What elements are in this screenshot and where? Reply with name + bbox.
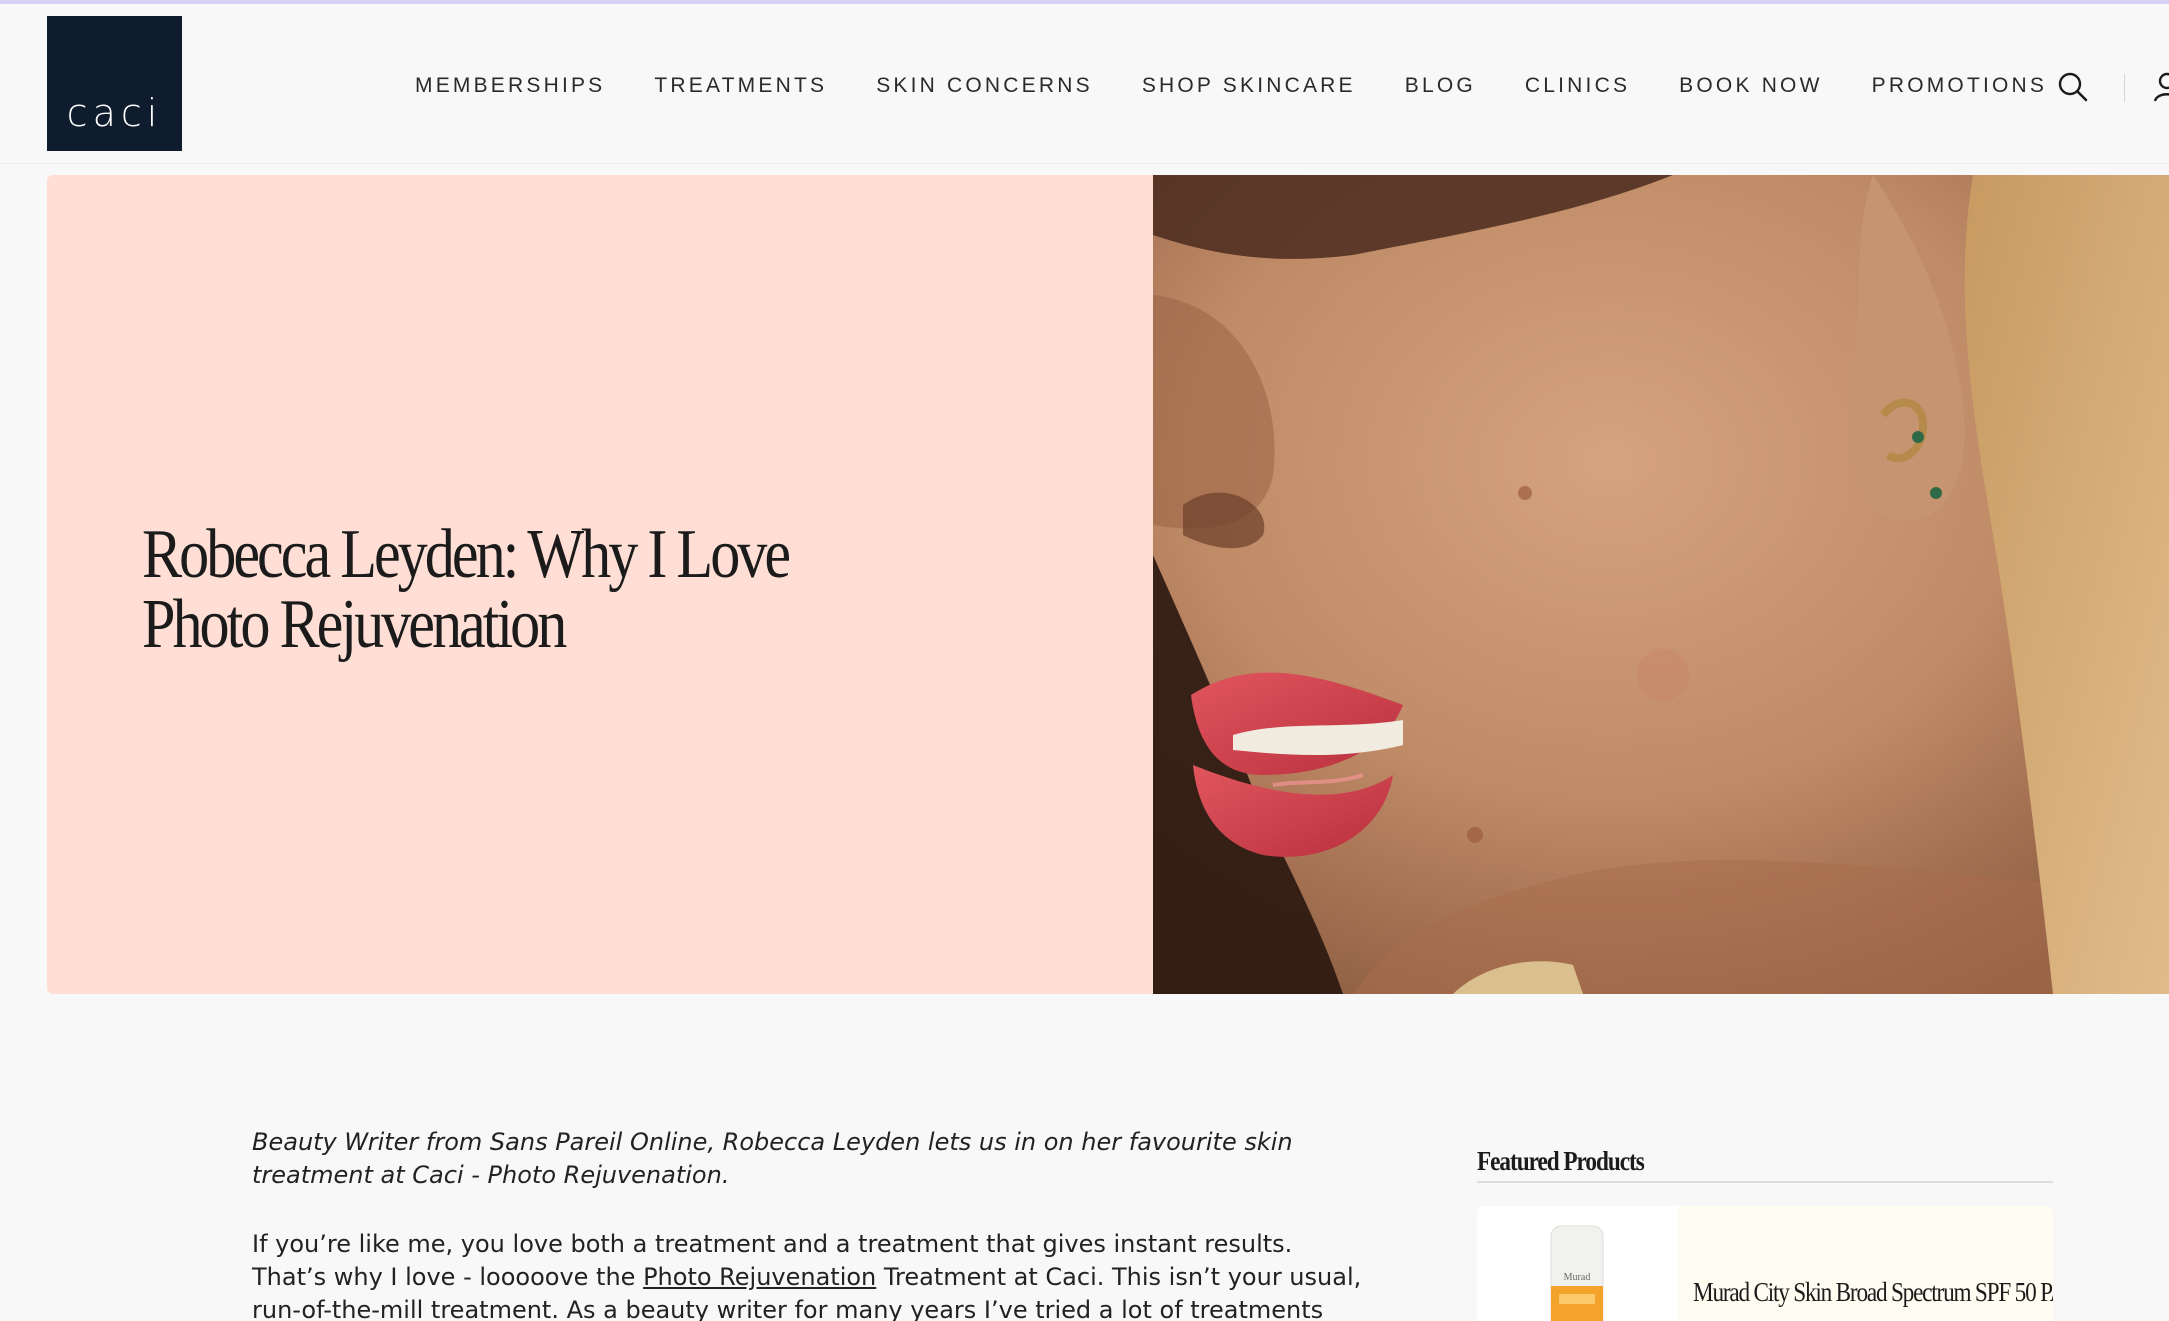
article-body: If you’re like me, you love both a treat… bbox=[252, 1228, 1372, 1321]
product-thumbnail[interactable]: Murad bbox=[1477, 1206, 1677, 1321]
logo-text: caci bbox=[66, 91, 163, 135]
product-name[interactable]: Murad City Skin Broad Spectrum SPF 50 PA bbox=[1693, 1276, 2053, 1308]
nav-treatments[interactable]: TREATMENTS bbox=[654, 74, 827, 98]
hero-title-panel: Robecca Leyden: Why I Love Photo Rejuven… bbox=[47, 175, 1153, 994]
nav-memberships[interactable]: MEMBERSHIPS bbox=[415, 74, 605, 98]
product-card[interactable]: Murad Murad City Skin Broad Spectrum SPF… bbox=[1477, 1206, 2053, 1321]
site-header: caci MEMBERSHIPS TREATMENTS SKIN CONCERN… bbox=[0, 4, 2169, 164]
nav-clinics[interactable]: CLINICS bbox=[1525, 74, 1630, 98]
nav-skin-concerns[interactable]: SKIN CONCERNS bbox=[876, 74, 1093, 98]
featured-products-divider bbox=[1477, 1181, 2053, 1183]
nav-promotions[interactable]: PROMOTIONS bbox=[1872, 74, 2048, 98]
photo-rejuvenation-link[interactable]: Photo Rejuvenation bbox=[643, 1263, 876, 1291]
nav-shop-skincare[interactable]: SHOP SKINCARE bbox=[1142, 74, 1356, 98]
hero-image bbox=[1153, 175, 2169, 994]
nav-blog[interactable]: BLOG bbox=[1405, 74, 1476, 98]
caci-logo[interactable]: caci bbox=[47, 16, 182, 151]
featured-products-heading: Featured Products bbox=[1477, 1146, 1645, 1176]
search-icon[interactable] bbox=[2056, 70, 2090, 104]
article-intro: Beauty Writer from Sans Pareil Online, R… bbox=[252, 1128, 1293, 1189]
header-divider bbox=[2124, 74, 2125, 102]
product-thumb-brand: Murad bbox=[1564, 1272, 1591, 1283]
user-icon[interactable] bbox=[2152, 70, 2169, 104]
nav-book-now[interactable]: BOOK NOW bbox=[1679, 74, 1822, 98]
page-title: Robecca Leyden: Why I Love Photo Rejuven… bbox=[142, 516, 791, 663]
main-nav: MEMBERSHIPS TREATMENTS SKIN CONCERNS SHO… bbox=[415, 74, 2096, 98]
